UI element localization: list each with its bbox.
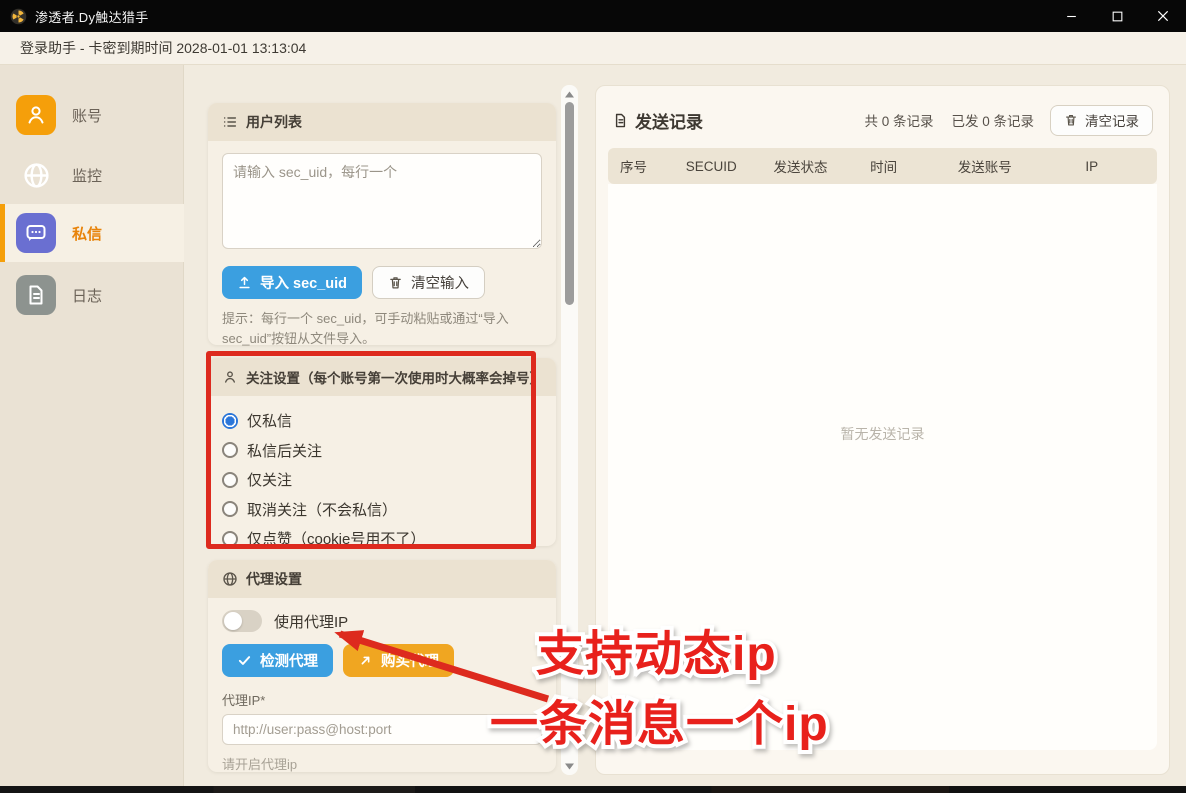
empty-records-text: 暂无发送记录 — [841, 424, 925, 750]
doc-icon — [16, 275, 56, 315]
radio-label: 取消关注（不会私信） — [247, 499, 397, 520]
sent-records-count: 已发 0 条记录 — [951, 110, 1034, 130]
column-header-secuid: SECUID — [674, 159, 762, 174]
user-list-hint: 提示：每行一个 sec_uid，可手动粘贴或通过“导入 sec_uid”按钮从文… — [222, 309, 542, 348]
trash-icon — [388, 275, 403, 290]
sidebar-label: 监控 — [72, 165, 102, 186]
user-icon — [16, 95, 56, 135]
user-list-header: 用户列表 — [208, 103, 556, 141]
proxy-settings-title: 代理设置 — [246, 569, 302, 589]
radio-label: 私信后关注 — [247, 440, 322, 461]
check-icon — [237, 653, 252, 668]
sidebar-label: 私信 — [72, 223, 102, 244]
radio-circle — [222, 413, 238, 429]
radio-circle — [222, 501, 238, 517]
check-proxy-label: 检测代理 — [260, 650, 318, 671]
maximize-button[interactable] — [1094, 0, 1140, 32]
column-header-status: 发送状态 — [761, 156, 858, 176]
sidebar-item-private-message[interactable]: 私信 — [0, 204, 184, 262]
proxy-ip-label: 代理IP* — [222, 690, 542, 709]
proxy-ip-input[interactable] — [222, 714, 542, 745]
globe-icon — [222, 571, 238, 587]
send-records-panel: 发送记录 共 0 条记录 已发 0 条记录 清空记录 序号 SECUID 发送状… — [595, 85, 1170, 775]
scroll-up-arrow[interactable] — [561, 87, 578, 101]
globe-icon — [16, 155, 56, 195]
sidebar-item-log[interactable]: 日志 — [0, 266, 184, 324]
proxy-warning-text: 请开启代理ip — [222, 754, 542, 772]
use-proxy-label: 使用代理IP — [274, 611, 348, 632]
sidebar-label: 日志 — [72, 285, 102, 306]
user-list-title: 用户列表 — [246, 112, 302, 132]
license-status-bar: 登录助手 - 卡密到期时间 2028-01-01 13:13:04 — [0, 32, 1186, 65]
upload-icon — [237, 275, 252, 290]
radio-label: 仅私信 — [247, 410, 292, 431]
desktop-edge-strip — [0, 786, 1186, 793]
radio-option-private-message-only[interactable]: 仅私信 — [222, 406, 542, 436]
proxy-settings-header: 代理设置 — [208, 560, 556, 598]
radio-option-follow-only[interactable]: 仅关注 — [222, 465, 542, 495]
list-icon — [222, 114, 238, 130]
external-arrow-icon — [358, 653, 373, 668]
sidebar-item-monitor[interactable]: 监控 — [0, 146, 184, 204]
radio-circle — [222, 442, 238, 458]
sec-uid-textarea[interactable] — [222, 153, 542, 249]
chat-icon — [16, 213, 56, 253]
send-records-title: 发送记录 — [635, 108, 703, 133]
title-bar: 渗透者.Dy触达猎手 — [0, 0, 1186, 32]
clear-input-button[interactable]: 清空输入 — [372, 266, 485, 299]
radio-option-like-only[interactable]: 仅点赞（cookie号用不了） — [222, 524, 542, 554]
follow-settings-title: 关注设置（每个账号第一次使用时大概率会掉号） — [246, 367, 543, 387]
app-window: 渗透者.Dy触达猎手 登录助手 - 卡密到期时间 2028-01-01 13:1… — [0, 0, 1186, 793]
trash-icon — [1064, 113, 1078, 127]
sidebar-label: 账号 — [72, 105, 102, 126]
import-button-label: 导入 sec_uid — [260, 272, 347, 293]
clear-button-label: 清空输入 — [411, 272, 469, 293]
follow-settings-header: 关注设置（每个账号第一次使用时大概率会掉号） — [208, 358, 556, 396]
proxy-settings-card: 代理设置 使用代理IP 检测代理 — [208, 560, 556, 772]
records-doc-icon — [612, 112, 629, 129]
check-proxy-button[interactable]: 检测代理 — [222, 644, 333, 677]
scrollbar-thumb[interactable] — [565, 102, 574, 305]
buy-proxy-label: 购买代理 — [381, 650, 439, 671]
column-header-ip: IP — [1073, 159, 1157, 174]
radio-circle — [222, 531, 238, 547]
window-controls — [1048, 0, 1186, 32]
radio-option-follow-after-message[interactable]: 私信后关注 — [222, 436, 542, 466]
scroll-down-arrow[interactable] — [561, 759, 578, 773]
app-radiation-icon — [10, 8, 27, 25]
sidebar-item-account[interactable]: 账号 — [0, 86, 184, 144]
column-header-time: 时间 — [858, 156, 946, 176]
radio-option-unfollow[interactable]: 取消关注（不会私信） — [222, 495, 542, 525]
minimize-button[interactable] — [1048, 0, 1094, 32]
follow-settings-card: 关注设置（每个账号第一次使用时大概率会掉号） 仅私信 私信后关注 仅关注 取消关… — [208, 358, 556, 546]
radio-label: 仅关注 — [247, 469, 292, 490]
import-sec-uid-button[interactable]: 导入 sec_uid — [222, 266, 362, 299]
license-expiry-text: 登录助手 - 卡密到期时间 2028-01-01 13:13:04 — [20, 38, 306, 58]
column-header-account: 发送账号 — [946, 156, 1074, 176]
records-table-header: 序号 SECUID 发送状态 时间 发送账号 IP — [608, 148, 1157, 184]
person-icon — [222, 369, 238, 385]
radio-circle — [222, 472, 238, 488]
middle-panel-scrollbar[interactable] — [561, 85, 578, 775]
toggle-knob — [224, 612, 242, 630]
close-button[interactable] — [1140, 0, 1186, 32]
buy-proxy-button[interactable]: 购买代理 — [343, 644, 454, 677]
use-proxy-toggle[interactable] — [222, 610, 262, 632]
sidebar: 账号 监控 私信 — [0, 65, 184, 786]
window-title: 渗透者.Dy触达猎手 — [35, 7, 149, 26]
user-list-card: 用户列表 导入 sec_uid — [208, 103, 556, 345]
column-header-index: 序号 — [608, 156, 674, 176]
clear-records-button[interactable]: 清空记录 — [1050, 105, 1153, 136]
clear-records-label: 清空记录 — [1085, 110, 1139, 130]
total-records-count: 共 0 条记录 — [864, 110, 933, 130]
records-table-body: 暂无发送记录 — [608, 184, 1157, 750]
radio-label: 仅点赞（cookie号用不了） — [247, 528, 425, 549]
